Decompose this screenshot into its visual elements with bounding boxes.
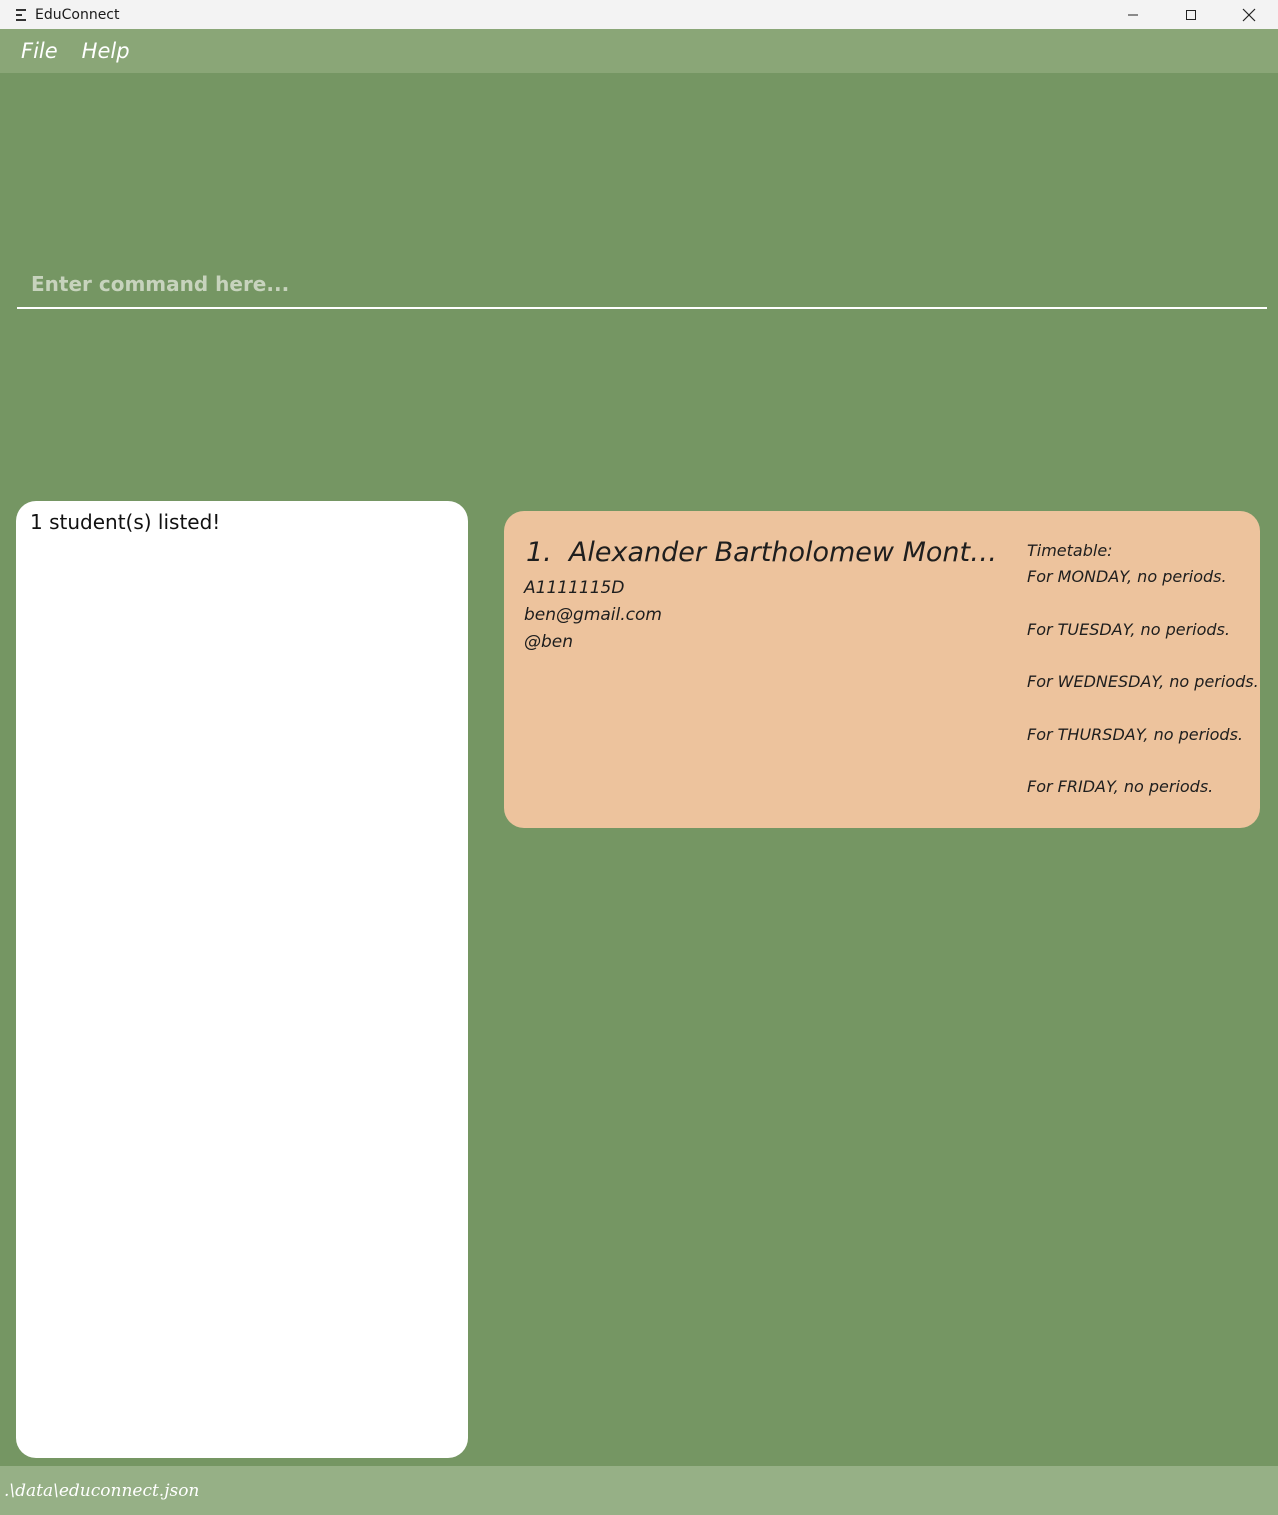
timetable-thursday: For THURSDAY, no periods.: [1027, 725, 1243, 744]
command-box: [17, 262, 1267, 309]
window-title: EduConnect: [35, 6, 120, 23]
timetable-label: Timetable:: [1027, 541, 1113, 560]
title-bar: EduConnect: [0, 0, 1278, 29]
student-index: 1.: [526, 537, 552, 568]
student-telegram: @ben: [524, 632, 574, 652]
student-card[interactable]: 1. Alexander Bartholomew Montgo... A1111…: [504, 511, 1260, 828]
window-controls: [1104, 0, 1278, 29]
student-email: ben@gmail.com: [524, 605, 662, 625]
result-message: 1 student(s) listed!: [30, 510, 221, 534]
save-file-path: .\data\educonnect.json: [4, 1480, 200, 1501]
maximize-icon: [1186, 9, 1196, 20]
timetable-wednesday: For WEDNESDAY, no periods.: [1027, 672, 1259, 691]
maximize-button[interactable]: [1162, 0, 1220, 29]
student-name-text: Alexander Bartholomew Montgo...: [568, 537, 1001, 568]
close-icon: [1242, 8, 1256, 21]
student-id: A1111115D: [524, 578, 625, 598]
status-bar: .\data\educonnect.json: [0, 1466, 1278, 1515]
timetable-friday: For FRIDAY, no periods.: [1027, 777, 1214, 796]
menu-bar: File Help: [0, 29, 1278, 73]
result-display[interactable]: 1 student(s) listed!: [16, 501, 468, 1458]
minimize-button[interactable]: [1104, 0, 1162, 29]
close-button[interactable]: [1220, 0, 1278, 29]
timetable-tuesday: For TUESDAY, no periods.: [1027, 620, 1230, 639]
command-input[interactable]: [17, 262, 1267, 306]
menu-help[interactable]: Help: [82, 39, 130, 63]
timetable-monday: For MONDAY, no periods.: [1027, 567, 1227, 586]
minimize-icon: [1128, 14, 1138, 15]
student-name: 1. Alexander Bartholomew Montgo...: [526, 537, 1001, 568]
menu-file[interactable]: File: [21, 39, 58, 63]
app-icon: [16, 8, 28, 21]
